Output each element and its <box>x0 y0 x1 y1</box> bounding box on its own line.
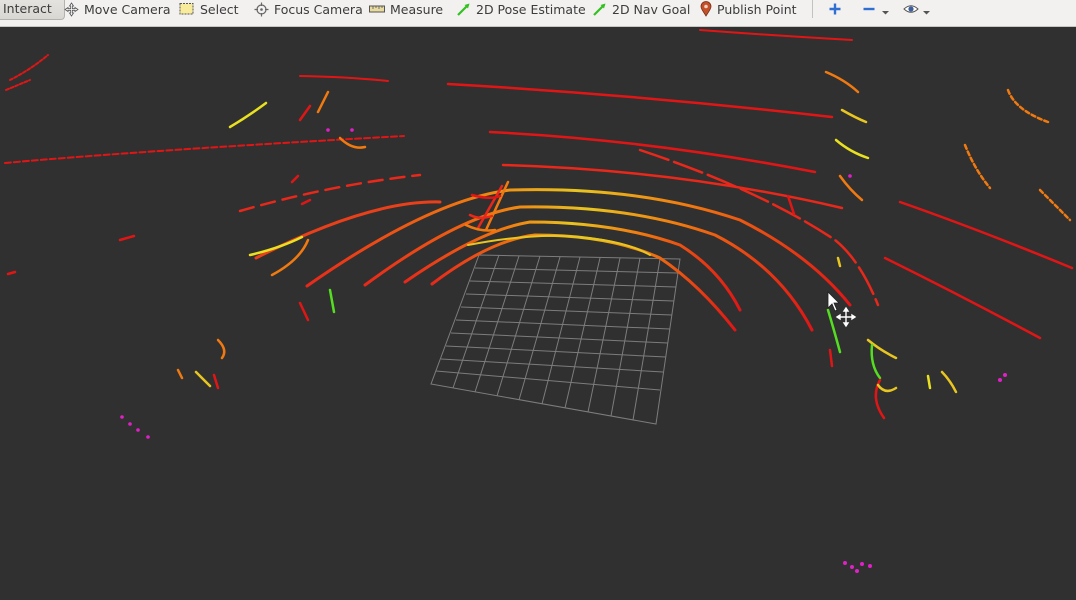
scan-points-left <box>5 54 367 390</box>
measure-icon <box>369 5 385 13</box>
select-tool-button[interactable]: Select <box>179 0 239 18</box>
move-handle-icon <box>835 306 857 328</box>
mouse-cursor-icon <box>827 291 840 312</box>
select-icon <box>179 3 194 15</box>
remove-tool-button[interactable] <box>862 0 890 18</box>
interact-label: Interact <box>3 1 52 16</box>
nav-goal-label: 2D Nav Goal <box>612 1 691 17</box>
pose-estimate-arrow-icon <box>457 3 470 16</box>
interact-tool-button[interactable]: Interact <box>0 0 65 20</box>
select-label: Select <box>200 1 239 17</box>
pose-estimate-label: 2D Pose Estimate <box>476 1 586 17</box>
focus-camera-icon <box>254 2 269 16</box>
scan-ring-far <box>4 29 1074 340</box>
focus-camera-label: Focus Camera <box>274 1 363 17</box>
measure-tool-button[interactable]: Measure <box>369 0 443 18</box>
rviz-toolbar: Interact Move Camera Select Focus Camera… <box>0 0 1076 27</box>
focus-camera-tool-button[interactable]: Focus Camera <box>254 0 363 18</box>
point-cloud-render <box>4 29 1074 573</box>
nav-goal-arrow-icon <box>593 3 606 16</box>
move-camera-label: Move Camera <box>84 1 171 17</box>
ground-grid <box>430 254 681 425</box>
publish-point-label: Publish Point <box>717 1 797 17</box>
toolbar-separator <box>812 0 813 18</box>
remove-tool-icon <box>863 7 889 15</box>
view-eye-icon <box>903 5 930 15</box>
add-tool-button[interactable] <box>828 0 842 18</box>
nav-goal-tool-button[interactable]: 2D Nav Goal <box>592 0 690 18</box>
publish-point-tool-button[interactable]: Publish Point <box>700 0 797 18</box>
scan-ring-near <box>254 148 880 332</box>
measure-label: Measure <box>390 1 444 17</box>
move-camera-icon <box>64 1 79 17</box>
view-options-button[interactable] <box>903 0 933 18</box>
map-pin-icon <box>700 1 712 17</box>
pose-estimate-tool-button[interactable]: 2D Pose Estimate <box>456 0 586 18</box>
move-camera-tool-button[interactable]: Move Camera <box>64 0 171 18</box>
add-tool-icon <box>829 3 841 15</box>
scan-points-magenta <box>120 128 1007 573</box>
scan-points-right <box>824 70 1072 420</box>
3d-viewport[interactable] <box>0 27 1076 600</box>
